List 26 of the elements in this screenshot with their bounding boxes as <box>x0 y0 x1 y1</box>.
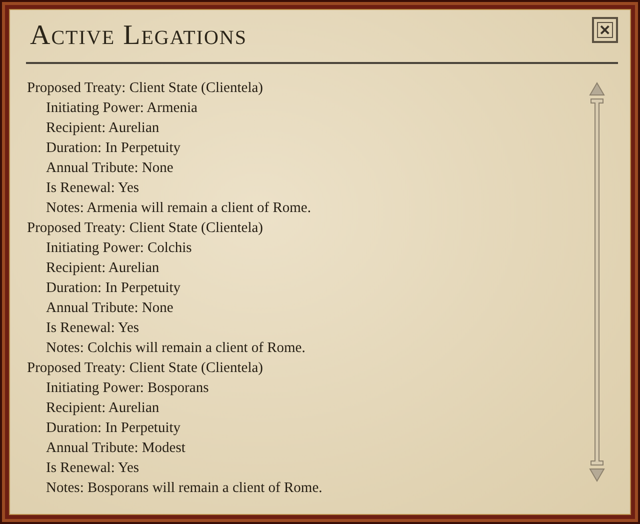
treaty-detail: Duration: In Perpetuity <box>45 139 182 158</box>
treaty-detail: Duration: In Perpetuity <box>45 419 182 438</box>
treaty-detail: Annual Tribute: None <box>45 299 174 318</box>
scrollbar-track[interactable] <box>590 98 604 466</box>
treaty-detail: Notes: Colchis will remain a client of Rome. <box>45 339 306 358</box>
window-title: Active Legations <box>30 20 247 52</box>
treaty-detail: Is Renewal: Yes <box>45 179 140 198</box>
treaty-detail: Is Renewal: Yes <box>45 459 140 478</box>
treaty-detail: Annual Tribute: None <box>45 159 174 178</box>
treaty-heading: Proposed Treaty: Client State (Clientela) <box>27 219 264 238</box>
treaty-detail: Initiating Power: Armenia <box>45 99 198 118</box>
treaty-detail: Duration: In Perpetuity <box>45 279 182 298</box>
treaty-detail: Initiating Power: Bosporans <box>45 379 210 398</box>
treaty-detail: Annual Tribute: Modest <box>45 439 186 458</box>
close-button[interactable]: ✕ <box>592 17 618 43</box>
treaty-detail: Recipient: Aurelian <box>45 259 160 278</box>
treaty-detail: Is Renewal: Yes <box>45 319 140 338</box>
treaty-detail: Initiating Power: Colchis <box>45 239 193 258</box>
treaty-detail: Recipient: Aurelian <box>45 399 160 418</box>
treaty-detail: Notes: Bosporans will remain a client of Rome. <box>45 479 324 498</box>
scroll-down-icon[interactable] <box>589 468 605 482</box>
treaty-heading: Proposed Treaty: Client State (Clientela) <box>27 359 264 378</box>
scroll-up-icon[interactable] <box>589 82 605 96</box>
treaty-detail: Notes: Armenia will remain a client of Rome. <box>45 199 312 218</box>
treaty-detail: Recipient: Aurelian <box>45 119 160 138</box>
treaty-heading: Proposed Treaty: Client State (Clientela) <box>27 79 264 98</box>
